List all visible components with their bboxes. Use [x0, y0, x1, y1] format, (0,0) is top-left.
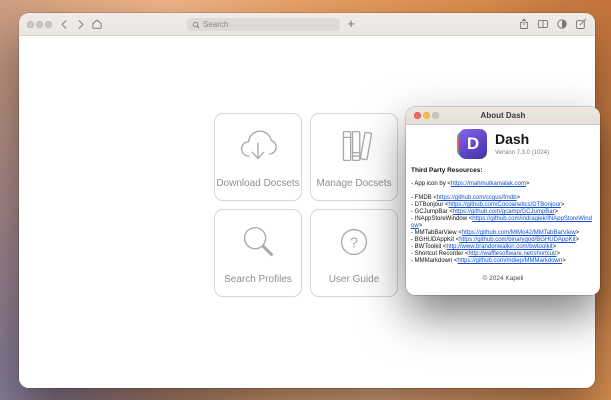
tile-label: Search Profiles: [224, 274, 292, 285]
tile-user-guide[interactable]: ? User Guide: [310, 209, 398, 297]
main-toolbar: Search +: [19, 13, 595, 36]
compose-icon: [575, 18, 587, 30]
search-icon: [192, 21, 200, 29]
svg-text:?: ?: [350, 235, 358, 251]
search-input[interactable]: Search: [187, 18, 340, 31]
resource-link[interactable]: https://github.com/Cocoanetics/DTBonjour: [449, 202, 561, 208]
about-dash-window: About Dash D Dash Version 7.3.0 (1024) T…: [406, 107, 600, 295]
desktop-wallpaper: Search +: [0, 0, 611, 400]
resource-link[interactable]: http://wafflesoftware.net/shortcut/: [469, 251, 557, 257]
zoom-button[interactable]: [45, 21, 52, 28]
tile-manage-docsets[interactable]: Manage Docsets: [310, 113, 398, 201]
new-tab-button[interactable]: +: [343, 16, 359, 32]
resource-link[interactable]: https://mahmutkamalak.com: [451, 181, 526, 187]
reading-list-button[interactable]: [536, 17, 550, 31]
resource-item: - BWToolkit <http://www.brandonwalkin.co…: [411, 244, 594, 251]
resource-item: - INAppStoreWindow <https://github.com/i…: [411, 216, 594, 230]
about-body: Third Party Resources: - App icon by <ht…: [411, 167, 594, 265]
home-button[interactable]: [90, 17, 104, 31]
resource-link[interactable]: https://github.com/MiMo42/MMTabBarView: [462, 230, 576, 236]
tile-label: Manage Docsets: [316, 178, 391, 189]
home-icon: [91, 18, 103, 30]
appearance-toggle-button[interactable]: [555, 17, 569, 31]
cloud-download-icon: [215, 114, 301, 178]
two-page-icon: [537, 18, 549, 30]
resource-item: - Shortcut Recorder <http://wafflesoftwa…: [411, 251, 594, 258]
resource-item: - App icon by <https://mahmutkamalak.com…: [411, 181, 594, 188]
home-tiles: Download Docsets Manage Docsets Search Pro…: [214, 113, 398, 297]
back-button[interactable]: [57, 17, 71, 31]
resource-link[interactable]: https://github.com/mdiep/MMMarkdown: [458, 258, 563, 264]
resource-item: - GCJumpBar <https://github.com/gcamp/GC…: [411, 209, 594, 216]
share-icon: [518, 18, 530, 30]
question-icon: ?: [311, 210, 397, 274]
tile-download-docsets[interactable]: Download Docsets: [214, 113, 302, 201]
chevron-right-icon: [75, 19, 86, 30]
tile-label: Download Docsets: [216, 178, 299, 189]
resource-item: - BGHUDAppKit <https://github.com/binary…: [411, 237, 594, 244]
minimize-button[interactable]: [36, 21, 43, 28]
about-window-title: About Dash: [406, 107, 600, 124]
resource-link[interactable]: http://www.brandonwalkin.com/bwtoolkit: [447, 244, 553, 250]
close-button[interactable]: [27, 21, 34, 28]
app-name: Dash: [495, 132, 549, 147]
resource-link[interactable]: https://github.com/indragiek/INAppStoreW…: [411, 216, 592, 229]
half-circle-contrast-icon: [556, 18, 568, 30]
chevron-left-icon: [59, 19, 70, 30]
tile-search-profiles[interactable]: Search Profiles: [214, 209, 302, 297]
copyright: © 2024 Kapeli: [406, 275, 600, 282]
search-icon: [215, 210, 301, 274]
search-placeholder: Search: [203, 21, 228, 29]
resources-list: - App icon by <https://mahmutkamalak.com…: [411, 181, 594, 265]
tile-label: User Guide: [329, 274, 380, 285]
resource-item: - FMDB <https://github.com/ccgus/fmdb>: [411, 195, 594, 202]
dash-d-glyph: D: [459, 129, 487, 159]
resource-link[interactable]: https://github.com/binarygod/BGHUDAppKit: [459, 237, 575, 243]
about-header: D Dash Version 7.3.0 (1024): [406, 129, 600, 159]
resource-link[interactable]: https://github.com/gcamp/GCJumpBar: [453, 209, 555, 215]
resource-item: - DTBonjour <https://github.com/Cocoanet…: [411, 202, 594, 209]
new-window-button[interactable]: [574, 17, 588, 31]
books-icon: [311, 114, 397, 178]
dash-app-icon: D: [457, 129, 487, 159]
resource-item: - MMMarkdown <https://github.com/mdiep/M…: [411, 258, 594, 265]
share-button[interactable]: [517, 17, 531, 31]
app-version: Version 7.3.0 (1024): [495, 150, 549, 156]
resource-item: - MMTabBarView <https://github.com/MiMo4…: [411, 230, 594, 237]
forward-button[interactable]: [73, 17, 87, 31]
resources-header: Third Party Resources:: [411, 167, 594, 174]
resource-link[interactable]: https://github.com/ccgus/fmdb: [437, 195, 517, 201]
about-titlebar: About Dash: [406, 107, 600, 125]
